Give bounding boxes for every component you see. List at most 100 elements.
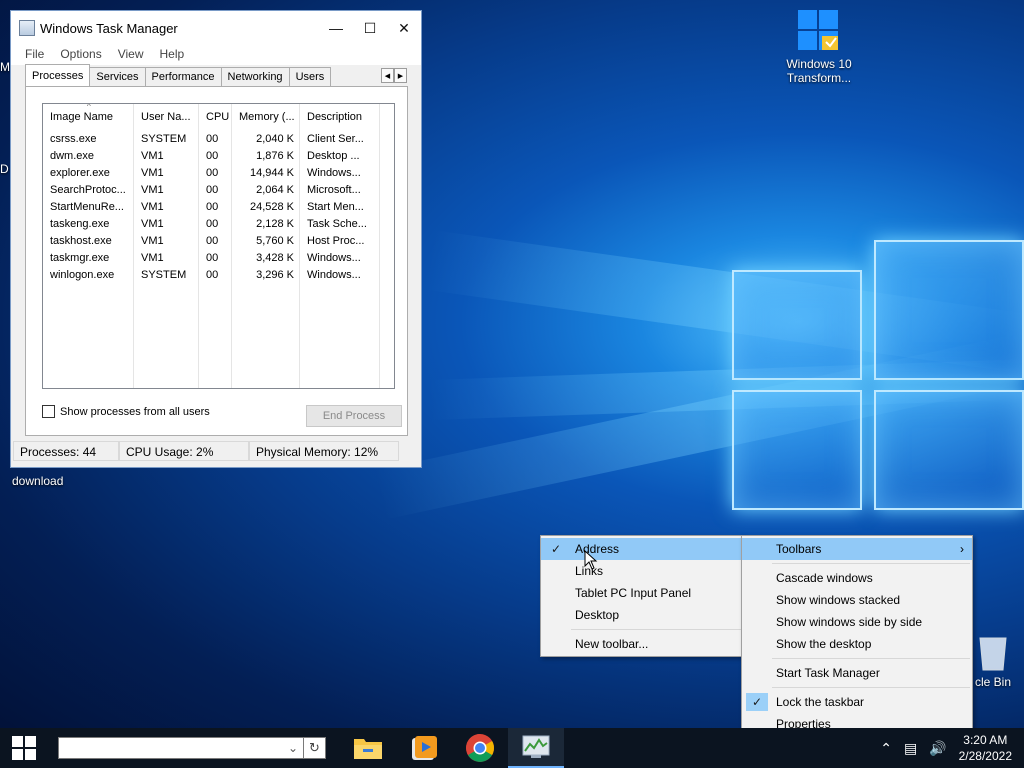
title-bar[interactable]: Windows Task Manager — ☐ ✕ [11, 11, 421, 45]
menu-item-show-windows-side-by-side[interactable]: Show windows side by side [742, 611, 972, 633]
menu-item-address[interactable]: ✓ Address [541, 538, 743, 560]
menu-item-links[interactable]: Links [541, 560, 743, 582]
address-toolbar-input[interactable]: ⌄ [58, 737, 304, 759]
end-process-button[interactable]: End Process [306, 405, 402, 427]
show-all-users-checkbox[interactable] [42, 405, 55, 418]
process-list[interactable]: ^ Image Name User Na... CPU Memory (... … [42, 103, 395, 389]
menu-item-new-toolbar[interactable]: New toolbar... [541, 633, 743, 655]
table-row[interactable]: winlogon.exe SYSTEM 00 3,296 K Windows... [43, 267, 380, 284]
menu-item-show-the-desktop[interactable]: Show the desktop [742, 633, 972, 655]
cell-image-name: winlogon.exe [50, 269, 115, 281]
refresh-icon[interactable]: ↻ [304, 737, 326, 759]
menu-item-show-windows-stacked[interactable]: Show windows stacked [742, 589, 972, 611]
menu-help[interactable]: Help [152, 45, 193, 65]
menu-view[interactable]: View [110, 45, 152, 65]
dropdown-arrow-icon[interactable]: ⌄ [283, 741, 303, 755]
menu-item-start-task-manager[interactable]: Start Task Manager [742, 662, 972, 684]
maximize-button[interactable]: ☐ [353, 11, 387, 45]
menu-item-cascade-windows[interactable]: Cascade windows [742, 567, 972, 589]
cell-cpu: 00 [206, 201, 219, 213]
task-manager-window: Windows Task Manager — ☐ ✕ File Options … [10, 10, 422, 468]
cell-image-name: taskhost.exe [50, 235, 112, 247]
toolbars-submenu: ✓ Address Links Tablet PC Input Panel De… [540, 535, 744, 657]
table-row[interactable]: taskeng.exe VM1 00 2,128 K Task Sche... [43, 216, 380, 233]
status-cpu-usage: CPU Usage: 2% [119, 441, 249, 461]
column-header-cpu[interactable]: CPU [199, 104, 232, 130]
cell-description: Windows... [307, 269, 361, 281]
network-icon[interactable]: ▤ [898, 740, 923, 757]
table-row[interactable]: taskmgr.exe VM1 00 3,428 K Windows... [43, 250, 380, 267]
table-row[interactable]: dwm.exe VM1 00 1,876 K Desktop ... [43, 148, 380, 165]
cell-user-name: VM1 [141, 184, 164, 196]
taskbar-task-manager[interactable] [508, 728, 564, 768]
status-physical-memory: Physical Memory: 12% [249, 441, 399, 461]
wallpaper-pane [874, 240, 1024, 380]
taskbar: ⌄ ↻ ⌃ ▤ 🔊 3:20 AM 2/28/2022 [0, 728, 1024, 768]
table-row[interactable]: SearchProtoc... VM1 00 2,064 K Microsoft... [43, 182, 380, 199]
menu-item-tablet-pc-input-panel[interactable]: Tablet PC Input Panel [541, 582, 743, 604]
sort-ascending-icon: ^ [87, 104, 91, 111]
menu-item-desktop[interactable]: Desktop [541, 604, 743, 626]
taskbar-media-player[interactable] [396, 728, 452, 768]
table-row[interactable]: csrss.exe SYSTEM 00 2,040 K Client Ser... [43, 131, 380, 148]
cell-memory: 2,040 K [256, 133, 294, 145]
column-header-description[interactable]: Description [300, 104, 380, 130]
desktop-icon-label: D [0, 162, 9, 176]
menu-separator [571, 629, 741, 630]
menu-item-lock-the-taskbar[interactable]: ✓ Lock the taskbar [742, 691, 972, 713]
cell-user-name: VM1 [141, 218, 164, 230]
menu-item-toolbars[interactable]: Toolbars › [742, 538, 972, 560]
wallpaper-pane [732, 270, 862, 380]
start-button[interactable] [0, 728, 48, 768]
windows-logo-icon [12, 736, 36, 760]
cell-description: Windows... [307, 252, 361, 264]
desktop-icon-windows10-transformation[interactable]: Windows 10 Transform... [782, 8, 856, 85]
taskbar-chrome[interactable] [452, 728, 508, 768]
speaker-icon[interactable]: 🔊 [923, 740, 952, 757]
cell-user-name: SYSTEM [141, 269, 187, 281]
menu-options[interactable]: Options [52, 45, 109, 65]
desktop-icon-label: Windows 10 [786, 57, 852, 71]
cell-cpu: 00 [206, 167, 219, 179]
cell-image-name: explorer.exe [50, 167, 110, 179]
cell-memory: 5,760 K [256, 235, 294, 247]
minimize-button[interactable]: — [319, 11, 353, 45]
recycle-bin-icon [979, 637, 1007, 671]
cell-memory: 24,528 K [249, 201, 294, 213]
cell-cpu: 00 [206, 184, 219, 196]
media-player-icon [412, 736, 437, 760]
cell-description: Client Ser... [307, 133, 364, 145]
cell-cpu: 00 [206, 235, 219, 247]
tab-users[interactable]: Users [288, 67, 332, 86]
cell-image-name: SearchProtoc... [50, 184, 126, 196]
menu-bar: File Options View Help [11, 45, 421, 65]
column-header-image-name[interactable]: ^ Image Name [43, 104, 134, 130]
chevron-up-icon[interactable]: ⌃ [874, 740, 898, 757]
close-button[interactable]: ✕ [387, 11, 421, 45]
cell-user-name: VM1 [141, 252, 164, 264]
show-all-users-option[interactable]: Show processes from all users [42, 405, 210, 418]
tab-scroll-left-icon[interactable]: ◀ [381, 68, 394, 83]
tab-scroll-right-icon[interactable]: ▶ [394, 68, 407, 83]
tab-performance[interactable]: Performance [144, 67, 222, 86]
tab-processes[interactable]: Processes [25, 64, 91, 86]
desktop-icon-download[interactable]: download [4, 474, 74, 488]
cell-cpu: 00 [206, 218, 219, 230]
cell-description: Host Proc... [307, 235, 365, 247]
tab-services[interactable]: Services [89, 67, 146, 86]
menu-separator [772, 563, 970, 564]
tab-networking[interactable]: Networking [220, 67, 290, 86]
cell-description: Microsoft... [307, 184, 361, 196]
desktop-icon-label: download [12, 474, 64, 488]
taskbar-file-explorer[interactable] [340, 728, 396, 768]
menu-file[interactable]: File [17, 45, 52, 65]
clock[interactable]: 3:20 AM 2/28/2022 [953, 732, 1024, 764]
table-row[interactable]: taskhost.exe VM1 00 5,760 K Host Proc... [43, 233, 380, 250]
clock-date: 2/28/2022 [958, 749, 1012, 763]
column-header-user-name[interactable]: User Na... [134, 104, 199, 130]
process-rows: csrss.exe SYSTEM 00 2,040 K Client Ser... dwm… [43, 131, 380, 284]
cell-description: Start Men... [307, 201, 364, 213]
table-row[interactable]: StartMenuRe... VM1 00 24,528 K Start Men... [43, 199, 380, 216]
table-row[interactable]: explorer.exe VM1 00 14,944 K Windows... [43, 165, 380, 182]
column-header-memory[interactable]: Memory (... [232, 104, 300, 130]
